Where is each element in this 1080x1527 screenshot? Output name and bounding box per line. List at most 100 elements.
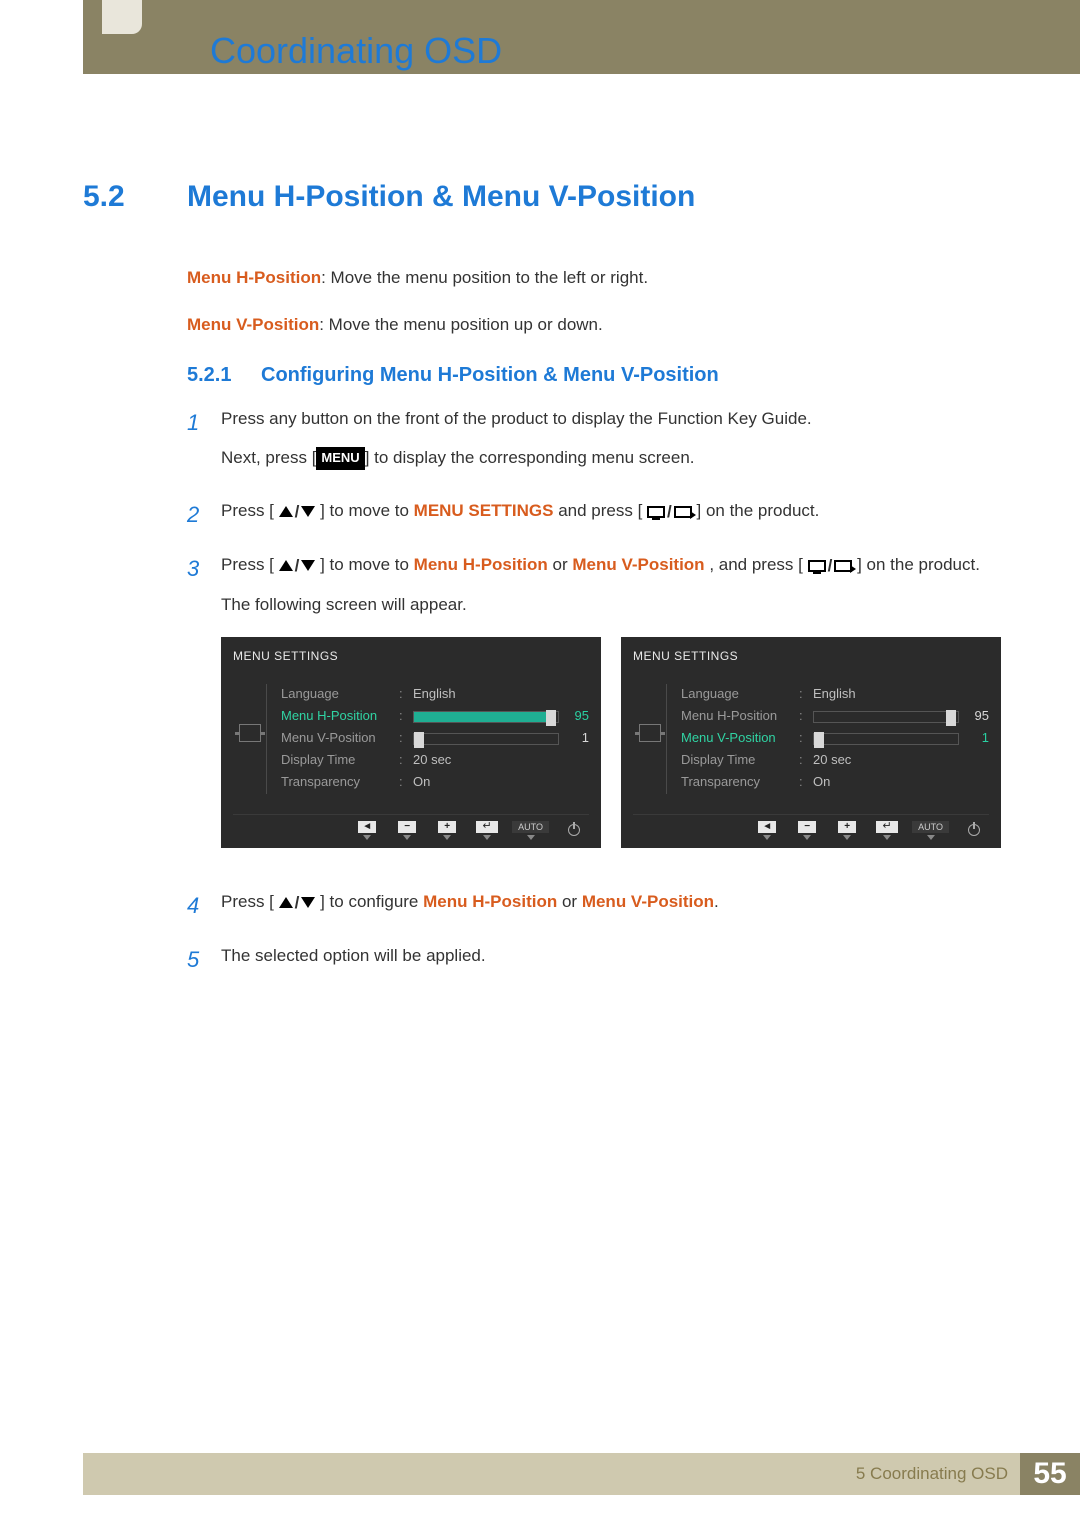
section-title: Menu H-Position & Menu V-Position <box>187 180 695 214</box>
page-footer: 5 Coordinating OSD 55 <box>83 1453 1080 1495</box>
osd-sidebar <box>233 684 267 794</box>
step-number: 2 <box>187 497 205 537</box>
osd-row-language: Language : English <box>281 684 589 706</box>
section-heading: 5.2 Menu H-Position & Menu V-Position <box>83 180 997 214</box>
intro-block: Menu H-Position: Move the menu position … <box>187 264 997 340</box>
section-number: 5.2 <box>83 180 163 214</box>
subsection-heading: 5.2.1 Configuring Menu H-Position & Menu… <box>187 364 997 387</box>
osd-value: 1 <box>567 728 589 749</box>
osd-row-vposition-active: Menu V-Position : 1 <box>681 728 989 750</box>
menu-key-icon: MENU <box>316 447 364 470</box>
text: . <box>714 892 719 911</box>
osd-value: On <box>813 772 830 793</box>
page-number: 55 <box>1020 1453 1080 1495</box>
chapter-tab-notch <box>102 0 142 34</box>
osd-category-icon <box>239 724 261 742</box>
osd-panel-vposition: MENU SETTINGS Language : English <box>621 637 1001 848</box>
step-number: 3 <box>187 551 205 873</box>
osd-label: Display Time <box>681 750 791 771</box>
text: Next, press [ <box>221 448 316 467</box>
text: , and press [ <box>709 555 803 574</box>
text: ] on the product. <box>697 501 820 520</box>
left-gutter <box>0 0 83 1527</box>
osd-plus-button: + <box>432 821 462 840</box>
osd-enter-button <box>472 821 502 840</box>
osd-label: Display Time <box>281 750 391 771</box>
osd-label: Menu H-Position <box>281 706 391 727</box>
up-down-icon: / <box>279 552 316 579</box>
text: and press [ <box>558 501 642 520</box>
osd-slider <box>413 733 559 745</box>
osd-row-hposition-active: Menu H-Position : 95 <box>281 706 589 728</box>
page-content: 5.2 Menu H-Position & Menu V-Position Me… <box>83 180 997 995</box>
osd-sidebar <box>633 684 667 794</box>
osd-plus-button: + <box>832 821 862 840</box>
osd-header: MENU SETTINGS <box>633 647 989 666</box>
step-number: 1 <box>187 405 205 483</box>
text: ] to configure <box>320 892 423 911</box>
subsection-title: Configuring Menu H-Position & Menu V-Pos… <box>261 364 719 387</box>
footer-chapter-label: 5 Coordinating OSD <box>856 1464 1008 1484</box>
text: ] to move to <box>320 501 414 520</box>
osd-row-vposition: Menu V-Position : 1 <box>281 728 589 750</box>
highlight-v-position: Menu V-Position <box>572 555 704 574</box>
osd-label: Transparency <box>681 772 791 793</box>
monitor-source-icon: / <box>647 498 692 525</box>
term-h-position: Menu H-Position <box>187 268 321 287</box>
subsection-number: 5.2.1 <box>187 364 243 387</box>
term-v-position: Menu V-Position <box>187 315 319 334</box>
highlight-h-position: Menu H-Position <box>414 555 548 574</box>
chapter-title: Coordinating OSD <box>210 30 502 72</box>
step-1-line-b: Next, press [MENU] to display the corres… <box>221 444 812 471</box>
osd-power-icon <box>959 824 989 836</box>
osd-slider <box>813 733 959 745</box>
step-number: 4 <box>187 888 205 928</box>
step-5: 5 The selected option will be applied. <box>187 942 997 981</box>
monitor-source-icon: / <box>808 552 853 579</box>
osd-enter-button <box>872 821 902 840</box>
osd-value: 20 sec <box>813 750 851 771</box>
highlight-h-position: Menu H-Position <box>423 892 557 911</box>
step-4: 4 Press [ / ] to configure Menu H-Positi… <box>187 888 997 928</box>
osd-row-transparency: Transparency : On <box>681 772 989 794</box>
text: ] to move to <box>320 555 414 574</box>
osd-row-hposition: Menu H-Position : 95 <box>681 706 989 728</box>
text: Press [ <box>221 892 274 911</box>
osd-value: English <box>413 684 456 705</box>
step-number: 5 <box>187 942 205 981</box>
osd-label: Menu H-Position <box>681 706 791 727</box>
step-5-text: The selected option will be applied. <box>221 942 486 969</box>
osd-value: 20 sec <box>413 750 451 771</box>
osd-back-button: ◄ <box>752 821 782 840</box>
osd-value: On <box>413 772 430 793</box>
up-down-icon: / <box>279 498 316 525</box>
osd-label: Language <box>281 684 391 705</box>
osd-row-display-time: Display Time : 20 sec <box>681 750 989 772</box>
step-1-line-a: Press any button on the front of the pro… <box>221 405 812 432</box>
highlight-menu-settings: MENU SETTINGS <box>414 501 554 520</box>
osd-value: 1 <box>967 728 989 749</box>
osd-power-icon <box>559 824 589 836</box>
osd-category-icon <box>639 724 661 742</box>
osd-back-button: ◄ <box>352 821 382 840</box>
text: ] on the product. <box>857 555 980 574</box>
steps-list: 1 Press any button on the front of the p… <box>187 405 997 981</box>
desc-h-position: : Move the menu position to the left or … <box>321 268 648 287</box>
osd-footer: ◄ − + AUTO <box>633 814 989 840</box>
osd-value: English <box>813 684 856 705</box>
osd-row-transparency: Transparency : On <box>281 772 589 794</box>
step-1: 1 Press any button on the front of the p… <box>187 405 997 483</box>
osd-screenshots: MENU SETTINGS Language : English <box>221 637 1001 848</box>
osd-label: Menu V-Position <box>281 728 391 749</box>
step-2: 2 Press [ / ] to move to MENU SETTINGS a… <box>187 497 997 537</box>
osd-slider <box>413 711 559 723</box>
osd-label: Language <box>681 684 791 705</box>
osd-slider <box>813 711 959 723</box>
up-down-icon: / <box>279 889 316 916</box>
osd-row-language: Language : English <box>681 684 989 706</box>
osd-label: Transparency <box>281 772 391 793</box>
text: Press [ <box>221 555 274 574</box>
text: Press [ <box>221 501 274 520</box>
text: or <box>562 892 582 911</box>
osd-value: 95 <box>567 706 589 727</box>
